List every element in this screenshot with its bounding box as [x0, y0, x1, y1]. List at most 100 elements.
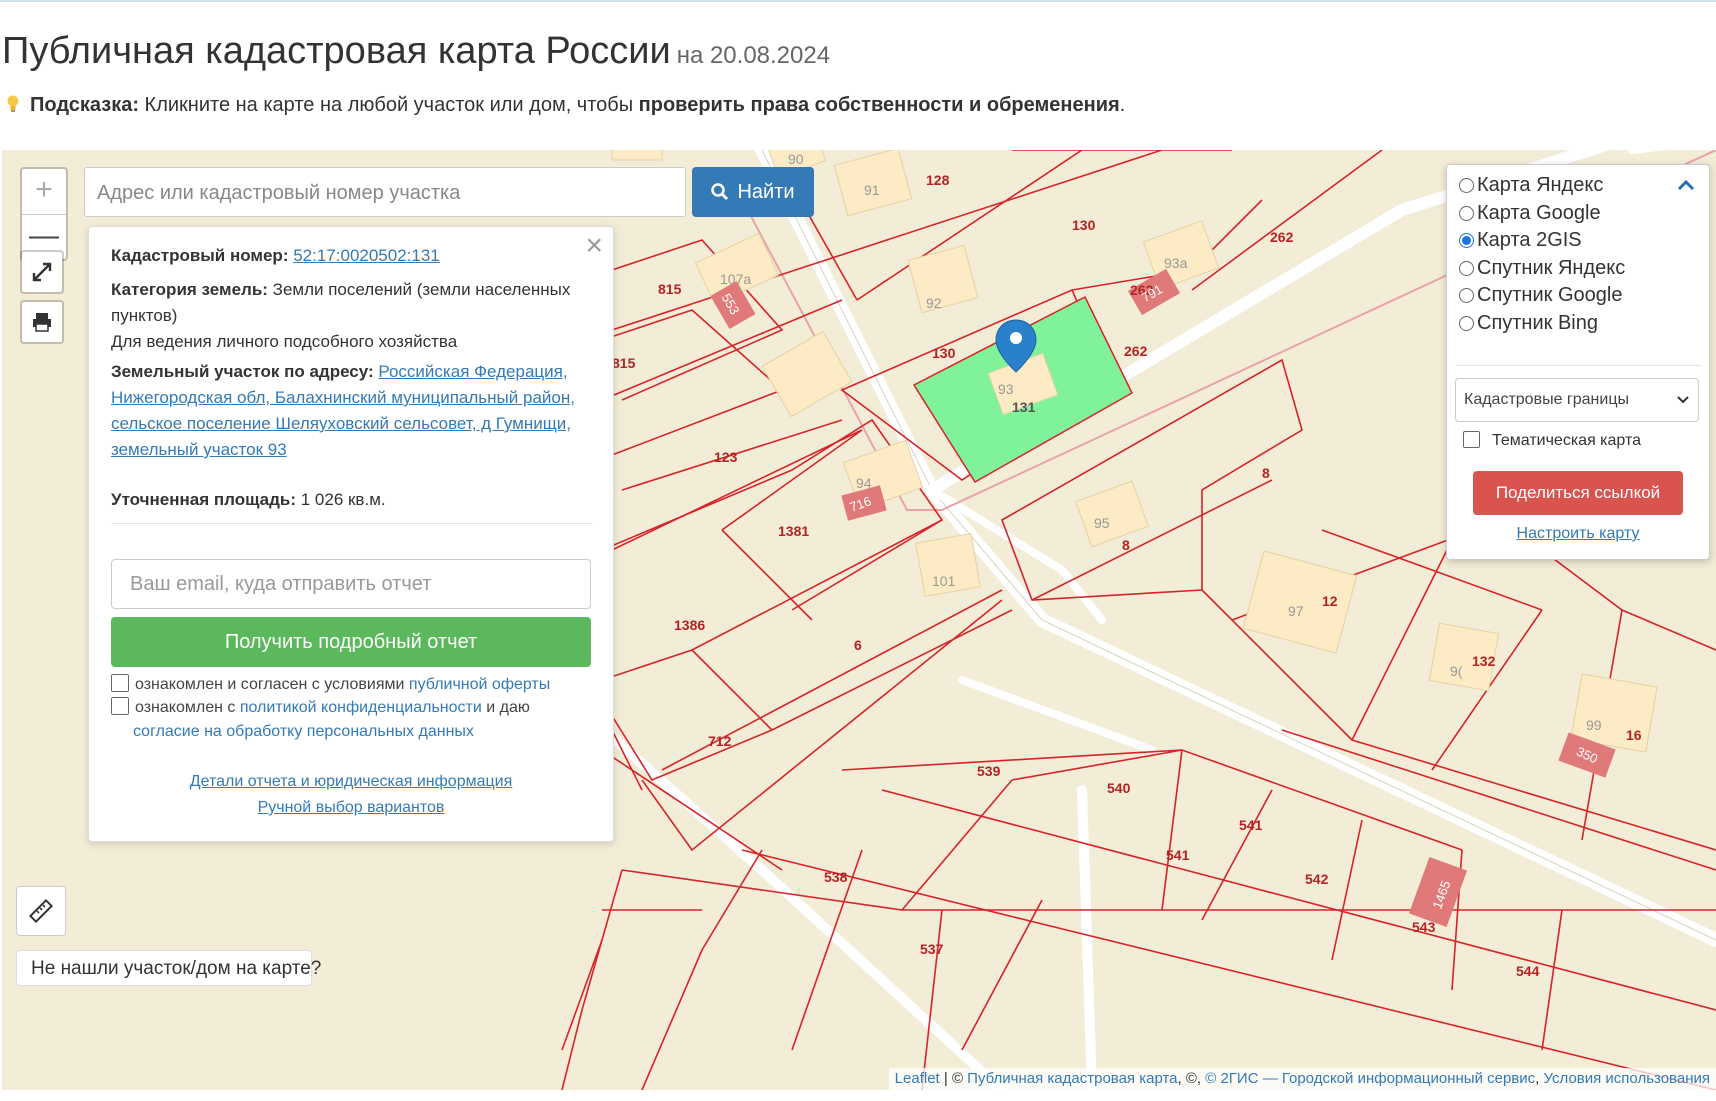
layer-option-2gis-map[interactable]: Карта 2GIS	[1459, 226, 1582, 254]
overlay-select[interactable]: Кадастровые границы	[1455, 378, 1699, 422]
setup-map-link[interactable]: Настроить карту	[1447, 521, 1709, 547]
top-border	[0, 0, 1716, 2]
hint-bold: проверить права собственности и обремене…	[638, 94, 1120, 116]
manual-select-link[interactable]: Ручной выбор вариантов	[258, 799, 445, 816]
svg-text:539: 539	[977, 763, 1001, 779]
svg-text:6: 6	[854, 637, 862, 653]
radio-2gis-map[interactable]	[1459, 233, 1474, 248]
svg-text:9(: 9(	[1450, 663, 1463, 679]
consent-privacy-text2: и даю	[481, 699, 530, 716]
radio-yandex-sat[interactable]	[1459, 261, 1474, 276]
layer-label: Карта Google	[1477, 202, 1601, 224]
category-row: Категория земель: Земли поселений (земли…	[111, 277, 593, 355]
svg-text:543: 543	[1412, 919, 1436, 935]
cadastral-link[interactable]: 52:17:0020502:131	[293, 246, 440, 265]
svg-text:8: 8	[1122, 537, 1130, 553]
svg-text:123: 123	[714, 449, 738, 465]
pkk-link[interactable]: Публичная кадастровая карта	[967, 1070, 1177, 1087]
svg-text:262: 262	[1270, 229, 1294, 245]
address-row: Земельный участок по адресу: Российская …	[111, 359, 593, 463]
svg-text:94: 94	[856, 475, 872, 491]
privacy-link[interactable]: политикой конфиденциальности	[240, 699, 482, 716]
svg-text:815: 815	[612, 355, 636, 371]
area-label: Уточненная площадь:	[111, 490, 296, 509]
svg-text:130: 130	[932, 345, 956, 361]
leaflet-link[interactable]: Leaflet	[895, 1070, 940, 1087]
chevron-up-icon[interactable]	[1677, 179, 1695, 191]
terms-link[interactable]: Условия использования	[1544, 1070, 1711, 1087]
svg-text:16: 16	[1626, 727, 1642, 743]
cadastral-row: Кадастровый номер: 52:17:0020502:131	[111, 243, 593, 269]
svg-text:1386: 1386	[674, 617, 705, 633]
layer-label: Карта 2GIS	[1477, 229, 1582, 251]
lightbulb-icon	[7, 95, 19, 112]
svg-text:538: 538	[824, 869, 848, 885]
thematic-label: Тематическая карта	[1492, 432, 1642, 449]
page-title-text: Публичная кадастровая карта России	[2, 30, 671, 72]
svg-text:544: 544	[1516, 963, 1540, 979]
selected-parcel-label: 131	[1012, 399, 1036, 415]
layer-label: Спутник Google	[1477, 284, 1623, 306]
svg-text:815: 815	[658, 281, 682, 297]
print-button[interactable]	[20, 300, 64, 344]
layer-label: Спутник Bing	[1477, 312, 1598, 334]
personal-data-link[interactable]: согласие на обработку персональных данны…	[133, 723, 474, 740]
area-value: 1 026 кв.м.	[300, 490, 386, 509]
expand-icon	[32, 262, 52, 282]
privacy-checkbox[interactable]	[111, 697, 129, 715]
zoom-in-button[interactable]: +	[22, 169, 66, 215]
printer-icon	[33, 313, 51, 332]
thematic-checkbox[interactable]	[1463, 431, 1480, 448]
radio-bing-sat[interactable]	[1459, 316, 1474, 331]
offer-checkbox[interactable]	[111, 674, 129, 692]
panel-links: Детали отчета и юридическая информация Р…	[89, 769, 613, 821]
layer-option-yandex-map[interactable]: Карта Яндекс	[1459, 171, 1603, 199]
fullscreen-button[interactable]	[20, 250, 64, 294]
measure-button[interactable]	[16, 886, 66, 936]
svg-text:90: 90	[788, 151, 804, 167]
hint-line: Подсказка: Кликните на карте на любой уч…	[6, 94, 1125, 117]
svg-text:128: 128	[926, 172, 950, 188]
hint-label: Подсказка:	[30, 94, 139, 116]
offer-link[interactable]: публичной оферты	[409, 676, 550, 693]
2gis-link[interactable]: © 2ГИС — Городской информационный сервис	[1205, 1070, 1535, 1087]
layer-option-google-map[interactable]: Карта Google	[1459, 199, 1601, 227]
svg-text:541: 541	[1166, 847, 1190, 863]
layer-option-bing-sat[interactable]: Спутник Bing	[1459, 309, 1598, 337]
svg-text:95: 95	[1094, 515, 1110, 531]
address-label: Земельный участок по адресу:	[111, 362, 374, 381]
consent-offer-text: ознакомлен и согласен с условиями	[135, 676, 409, 693]
not-found-button[interactable]: Не нашли участок/дом на карте?	[16, 950, 321, 986]
radio-google-map[interactable]	[1459, 206, 1474, 221]
svg-text:93а: 93а	[1164, 255, 1188, 271]
report-details-link[interactable]: Детали отчета и юридическая информация	[190, 773, 513, 790]
thematic-map-toggle[interactable]: Тематическая карта	[1463, 427, 1641, 455]
radio-yandex-map[interactable]	[1459, 178, 1474, 193]
radio-google-sat[interactable]	[1459, 288, 1474, 303]
svg-text:132: 132	[1472, 653, 1496, 669]
parcel-info-panel: × Кадастровый номер: 52:17:0020502:131 К…	[88, 226, 614, 842]
svg-text:537: 537	[920, 941, 944, 957]
search-input[interactable]: Адрес или кадастровый номер участка	[84, 167, 686, 217]
use-value: Для ведения личного подсобного хозяйства	[111, 332, 458, 351]
layer-option-yandex-sat[interactable]: Спутник Яндекс	[1459, 254, 1625, 282]
search-button-label: Найти	[737, 180, 795, 203]
svg-text:97: 97	[1288, 603, 1304, 619]
map-attribution: Leaflet | © Публичная кадастровая карта,…	[888, 1068, 1716, 1090]
svg-text:101: 101	[932, 573, 956, 589]
ruler-icon	[28, 898, 54, 924]
get-report-button[interactable]: Получить подробный отчет	[111, 617, 591, 667]
layers-panel: Карта Яндекс Карта Google Карта 2GIS Спу…	[1446, 164, 1710, 560]
layer-label: Спутник Яндекс	[1477, 257, 1626, 279]
layer-option-google-sat[interactable]: Спутник Google	[1459, 281, 1622, 309]
svg-text:12: 12	[1322, 593, 1338, 609]
svg-text:93: 93	[998, 381, 1014, 397]
zoom-control: + —	[20, 167, 68, 261]
share-link-button[interactable]: Поделиться ссылкой	[1473, 471, 1683, 515]
layer-label: Карта Яндекс	[1477, 174, 1604, 196]
svg-text:92: 92	[926, 295, 942, 311]
map[interactable]: 128 130 262 815 815 130 262 262 123 1381…	[2, 150, 1716, 1090]
cadastral-label: Кадастровый номер:	[111, 246, 289, 265]
search-button[interactable]: Найти	[692, 167, 814, 217]
email-input[interactable]: Ваш email, куда отправить отчет	[111, 559, 591, 609]
